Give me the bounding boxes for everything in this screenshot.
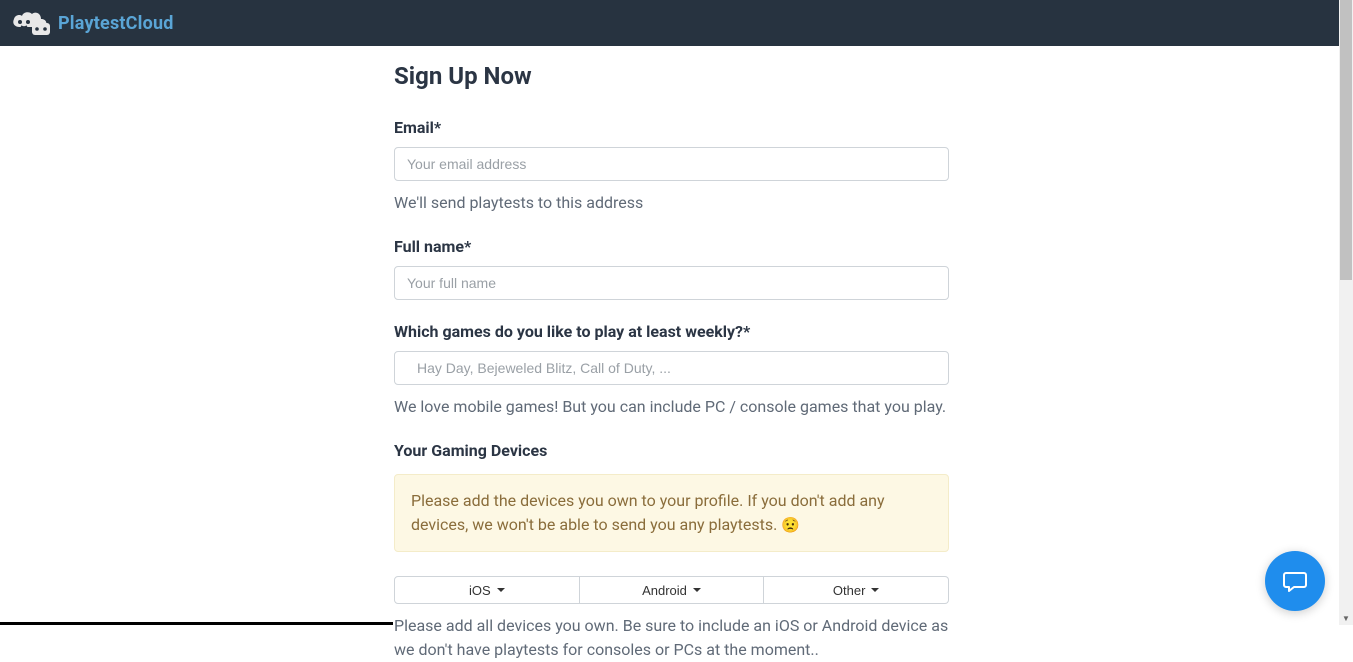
- email-label: Email*: [394, 118, 949, 137]
- device-ios-button[interactable]: iOS: [394, 576, 580, 604]
- devices-label: Your Gaming Devices: [394, 441, 949, 460]
- games-input[interactable]: [403, 360, 940, 376]
- worried-emoji-icon: 😟: [781, 516, 800, 534]
- caret-down-icon: [497, 588, 505, 592]
- games-label: Which games do you like to play at least…: [394, 322, 949, 341]
- help-chat-button[interactable]: [1265, 551, 1325, 611]
- brand-logo[interactable]: PlaytestCloud: [10, 9, 174, 37]
- scrollbar-thumb[interactable]: [1340, 0, 1352, 280]
- fullname-label: Full name*: [394, 237, 949, 256]
- devices-alert-text: Please add the devices you own to your p…: [411, 491, 885, 534]
- cloud-controller-icon: [10, 9, 52, 37]
- devices-group: Your Gaming Devices Please add the devic…: [394, 441, 949, 662]
- device-android-label: Android: [642, 583, 687, 598]
- brand-name: PlaytestCloud: [58, 13, 174, 34]
- email-group: Email* We'll send playtests to this addr…: [394, 118, 949, 215]
- games-help: We love mobile games! But you can includ…: [394, 395, 949, 419]
- page-title: Sign Up Now: [394, 62, 949, 90]
- device-ios-label: iOS: [469, 583, 491, 598]
- devices-alert: Please add the devices you own to your p…: [394, 474, 949, 552]
- device-buttons-row: iOS Android Other: [394, 576, 949, 604]
- device-other-button[interactable]: Other: [764, 576, 949, 604]
- games-input-wrap[interactable]: [394, 351, 949, 385]
- devices-help: Please add all devices you own. Be sure …: [394, 614, 949, 662]
- device-other-label: Other: [833, 583, 866, 598]
- chat-bubble-icon: [1281, 567, 1309, 595]
- scrollbar-track[interactable]: ▼: [1339, 0, 1353, 625]
- app-header: PlaytestCloud: [0, 0, 1353, 46]
- signup-form: Sign Up Now Email* We'll send playtests …: [394, 46, 949, 662]
- email-help: We'll send playtests to this address: [394, 191, 949, 215]
- fullname-input[interactable]: [394, 266, 949, 300]
- device-android-button[interactable]: Android: [580, 576, 765, 604]
- caret-down-icon: [693, 588, 701, 592]
- caret-down-icon: [871, 588, 879, 592]
- fullname-group: Full name*: [394, 237, 949, 300]
- games-group: Which games do you like to play at least…: [394, 322, 949, 419]
- email-input[interactable]: [394, 147, 949, 181]
- scroll-down-arrow-icon[interactable]: ▼: [1339, 611, 1353, 625]
